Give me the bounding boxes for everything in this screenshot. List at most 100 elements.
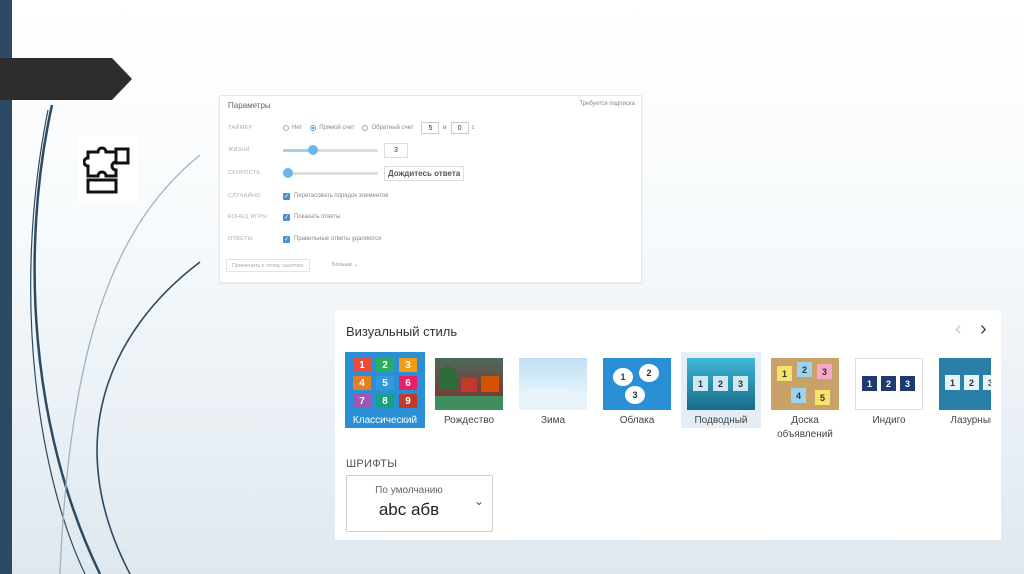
theme-christmas-label: Рождество <box>443 415 495 426</box>
theme-classic[interactable]: 1 2 3 4 5 6 7 8 9 Классический <box>345 352 425 428</box>
visual-style-panel: Визуальный стиль ‹ › 1 2 3 4 5 6 7 8 9 К… <box>335 310 1001 540</box>
azure-number: 1 <box>945 375 960 390</box>
timer-option-none-label: Нет <box>292 125 303 131</box>
more-button-label: Больше <box>332 261 353 268</box>
theme-christmas-thumbnail <box>435 358 503 410</box>
chevron-down-icon: ⌄ <box>473 494 484 508</box>
timer-option-countup-label: Прямой счет <box>319 125 355 131</box>
speed-slider[interactable] <box>283 167 378 178</box>
classic-tile: 4 <box>353 376 371 390</box>
classic-tile: 1 <box>353 358 371 372</box>
indigo-number: 2 <box>881 376 896 391</box>
azure-number: 3 <box>983 375 991 390</box>
theme-board-thumbnail: 1 2 3 4 5 <box>771 358 839 410</box>
classic-tile: 2 <box>376 358 394 372</box>
theme-clouds[interactable]: 1 2 3 Облака <box>597 352 677 428</box>
underwater-number: 1 <box>693 376 708 391</box>
indigo-number: 1 <box>862 376 877 391</box>
radio-icon <box>283 125 289 131</box>
timer-option-none[interactable]: Нет <box>283 125 302 131</box>
shuffle-checkbox[interactable]: ✓ <box>283 192 290 200</box>
prev-arrow-icon[interactable]: ‹ <box>955 318 962 341</box>
classic-tile: 8 <box>376 394 394 408</box>
theme-winter-label: Зима <box>540 415 566 426</box>
font-name: По умолчанию <box>375 485 443 496</box>
theme-indigo-label: Индиго <box>872 415 906 426</box>
timer-label: ТАЙМЕР <box>228 125 253 131</box>
classic-tile: 6 <box>399 376 417 390</box>
theme-bulletin-board[interactable]: 1 2 3 4 5 Доска объявлений <box>765 352 845 442</box>
theme-winter[interactable]: Зима <box>513 352 593 428</box>
theme-christmas[interactable]: Рождество <box>429 352 509 428</box>
theme-clouds-label: Облака <box>619 415 655 426</box>
visual-style-title: Визуальный стиль <box>346 324 458 339</box>
apply-to-activity-button[interactable]: Применить к этому занятию <box>226 259 310 272</box>
title-arrow-banner <box>0 58 132 100</box>
game-end-row: КОНЕЦ ИГРЫ ✓ Показать ответы <box>228 211 340 223</box>
parameters-panel: Параметры Требуется подписка ТАЙМЕР Нет … <box>219 95 642 283</box>
theme-indigo[interactable]: 1 2 3 Индиго <box>849 352 929 428</box>
chevron-down-icon: ⌄ <box>353 261 359 268</box>
fonts-label: ШРИФТЫ <box>346 458 398 470</box>
next-arrow-icon[interactable]: › <box>980 318 987 341</box>
remove-correct-checkbox[interactable]: ✓ <box>283 235 290 243</box>
minutes-unit: м <box>442 125 447 131</box>
lives-label: ЖИЗНИ <box>228 147 250 153</box>
timer-seconds-input[interactable]: 0 <box>450 122 469 134</box>
cloud-number: 3 <box>625 386 645 404</box>
radio-icon <box>362 125 369 131</box>
remove-correct-label: Правильные ответы удаляются <box>294 236 382 242</box>
timer-option-countdown[interactable]: Обратный счет <box>362 125 413 131</box>
game-end-label: КОНЕЦ ИГРЫ <box>228 214 268 220</box>
subscription-required-note[interactable]: Требуется подписка <box>579 101 635 107</box>
lives-row: ЖИЗНИ 3 <box>228 142 408 158</box>
timer-minutes-input[interactable]: 5 <box>421 122 440 134</box>
speed-value: Дождитесь ответа <box>384 165 465 181</box>
random-label: СЛУЧАЙНО <box>228 193 261 199</box>
theme-azure-label: Лазурный <box>950 415 991 426</box>
board-number: 5 <box>815 390 830 405</box>
shuffle-option-label: Перетасовать порядок элементов <box>294 193 389 199</box>
timer-option-countdown-label: Обратный счет <box>371 125 414 131</box>
classic-tile: 9 <box>399 394 417 408</box>
classic-tile: 3 <box>399 358 417 372</box>
theme-azure-thumbnail: 1 2 3 <box>939 358 991 410</box>
answers-label: ОТВЕТЫ <box>228 236 254 242</box>
underwater-number: 2 <box>713 376 728 391</box>
theme-board-label: Доска объявлений <box>777 415 833 440</box>
underwater-number: 3 <box>733 376 748 391</box>
lives-value[interactable]: 3 <box>384 142 408 158</box>
theme-underwater-label: Подводный <box>694 415 748 426</box>
timer-row: ТАЙМЕР Нет Прямой счет Обратный счет 5 м… <box>228 122 475 134</box>
classic-tile: 7 <box>353 394 371 408</box>
show-answers-checkbox[interactable]: ✓ <box>283 213 290 221</box>
theme-classic-thumbnail: 1 2 3 4 5 6 7 8 9 <box>351 358 419 410</box>
cloud-number: 2 <box>639 364 659 382</box>
theme-underwater-thumbnail: 1 2 3 <box>687 358 755 410</box>
more-button[interactable]: Больше ⌄ <box>332 259 358 270</box>
puzzle-icon <box>78 135 138 203</box>
board-number: 2 <box>797 362 812 377</box>
board-number: 1 <box>777 366 792 381</box>
indigo-number: 3 <box>900 376 915 391</box>
theme-classic-label: Классический <box>352 415 418 426</box>
board-number: 3 <box>817 364 832 379</box>
font-select[interactable]: По умолчанию abc абв ⌄ <box>346 475 493 532</box>
lives-slider[interactable] <box>283 144 378 155</box>
theme-underwater[interactable]: 1 2 3 Подводный <box>681 352 761 428</box>
answers-row: ОТВЕТЫ ✓ Правильные ответы удаляются <box>228 233 381 245</box>
theme-winter-thumbnail <box>519 358 587 410</box>
seconds-unit: с <box>471 125 475 131</box>
radio-selected-icon <box>310 125 317 131</box>
board-number: 4 <box>791 388 806 403</box>
random-row: СЛУЧАЙНО ✓ Перетасовать порядок элементо… <box>228 190 388 202</box>
font-sample: abc абв <box>378 500 440 519</box>
azure-number: 2 <box>964 375 979 390</box>
timer-option-countup[interactable]: Прямой счет <box>310 125 354 131</box>
theme-azure[interactable]: 1 2 3 Лазурный <box>933 352 991 428</box>
theme-carousel: 1 2 3 4 5 6 7 8 9 Классический Рождество <box>345 352 991 452</box>
cloud-number: 1 <box>613 368 633 386</box>
parameters-title: Параметры <box>228 101 271 110</box>
classic-tile: 5 <box>376 376 394 390</box>
show-answers-label: Показать ответы <box>294 214 341 220</box>
